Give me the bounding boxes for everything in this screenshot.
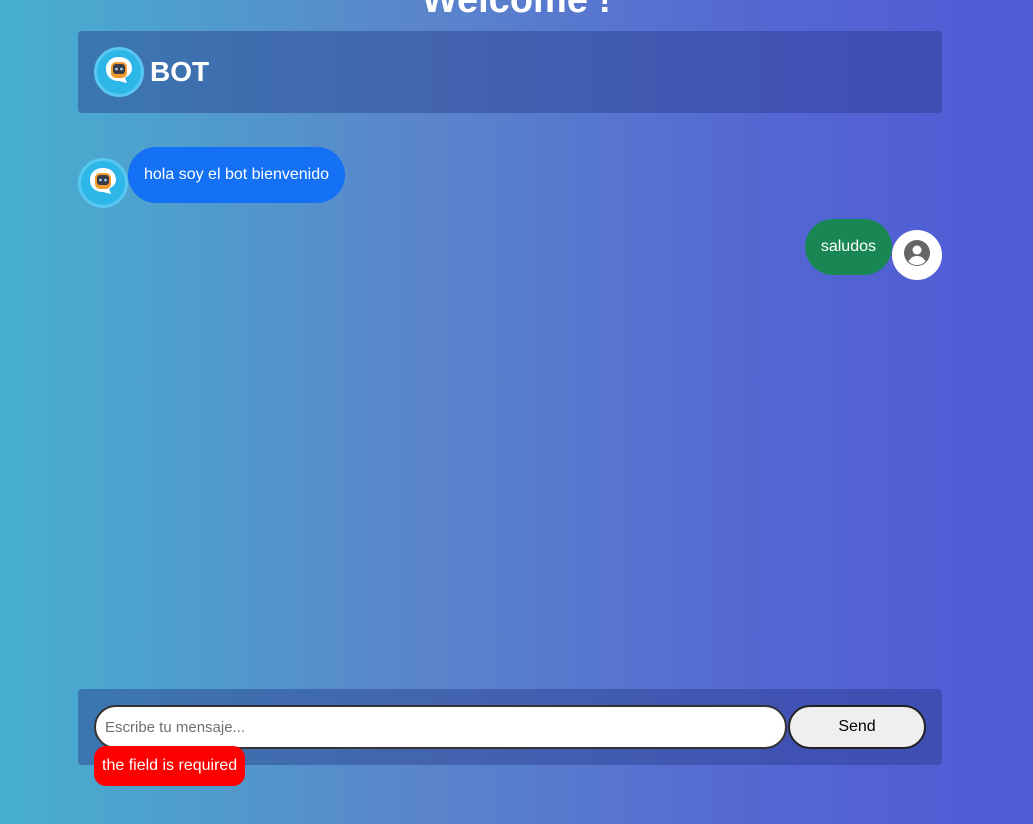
bot-avatar: [94, 47, 144, 97]
chat-header: BOT: [78, 31, 942, 113]
robot-chat-icon: [88, 166, 118, 201]
bot-message: hola soy el bot bienvenido: [78, 147, 346, 208]
message-input[interactable]: [94, 705, 787, 749]
user-avatar: [892, 230, 942, 280]
bot-avatar: [78, 158, 128, 208]
send-button[interactable]: Send: [788, 705, 926, 749]
bot-message-bubble: hola soy el bot bienvenido: [128, 147, 346, 203]
user-message-bubble: saludos: [804, 219, 892, 275]
user-message: saludos: [804, 219, 942, 280]
bot-name: BOT: [150, 56, 210, 87]
page-title: Welcome !: [421, 0, 612, 21]
user-circle-icon: [903, 239, 931, 272]
validation-error: the field is required: [94, 746, 246, 786]
robot-chat-icon: [104, 55, 134, 90]
